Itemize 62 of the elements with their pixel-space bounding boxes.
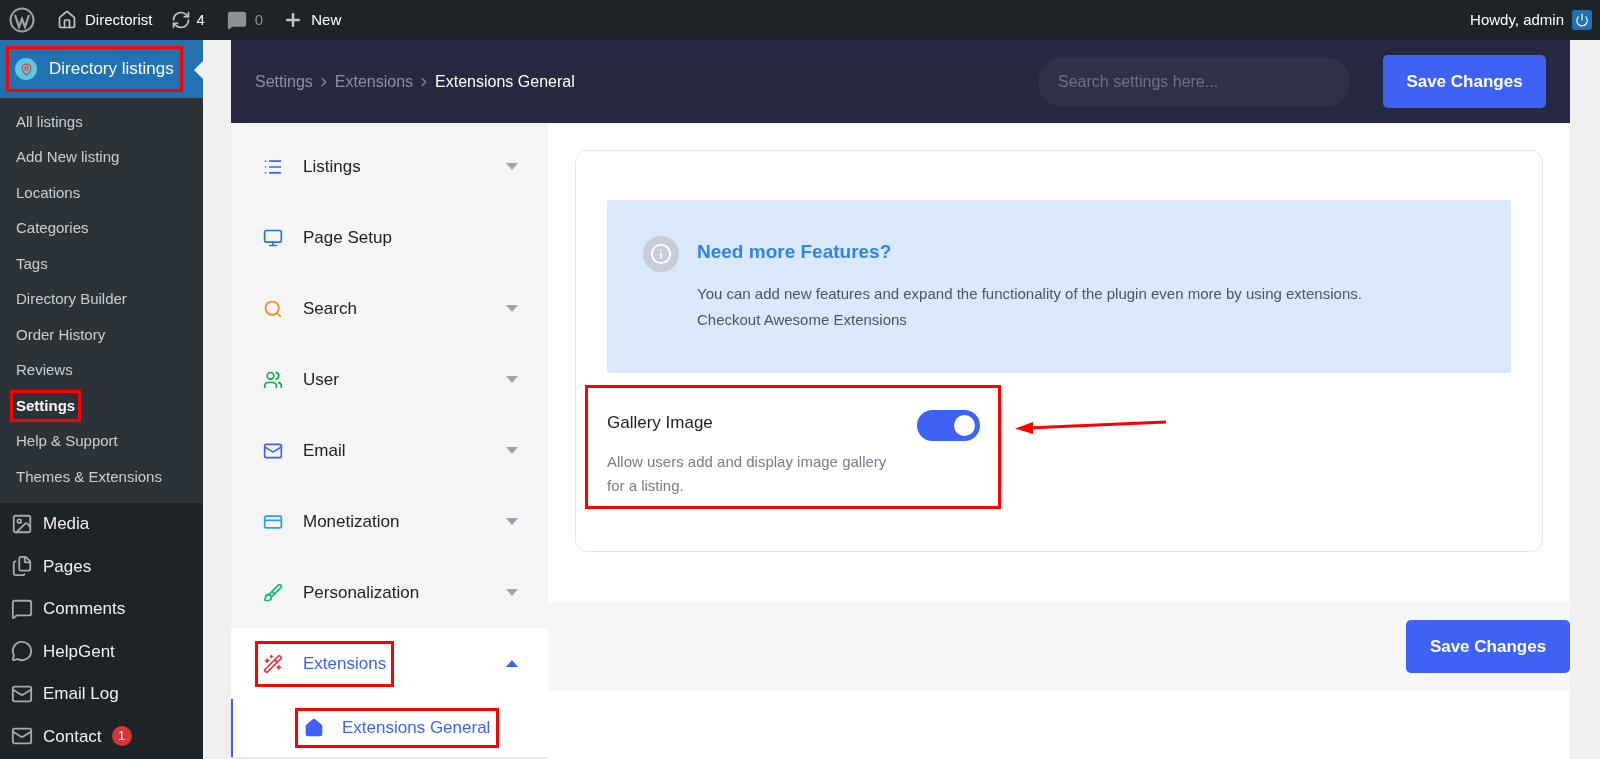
- chat-icon: [11, 640, 33, 663]
- updates-icon[interactable]: [170, 10, 191, 30]
- settings-nav-item[interactable]: Email: [303, 437, 346, 464]
- media-icon: [11, 512, 33, 535]
- search-icon: [263, 298, 283, 319]
- power-icon[interactable]: [1572, 10, 1592, 30]
- updates-count: 4: [196, 9, 205, 30]
- comments-icon[interactable]: [226, 10, 247, 30]
- info-icon: [643, 236, 679, 272]
- menu-item[interactable]: HelpGent: [43, 638, 115, 664]
- wand-icon: [263, 653, 283, 674]
- setting-label: Gallery Image: [607, 412, 714, 434]
- breadcrumb-item[interactable]: Extensions: [334, 69, 414, 94]
- current-menu-item[interactable]: Directory listings: [0, 40, 203, 98]
- save-changes-button[interactable]: Save Changes: [1383, 55, 1546, 108]
- settings-nav-item[interactable]: User: [303, 366, 339, 393]
- submenu-item[interactable]: Themes & Extensions: [10, 460, 168, 493]
- settings-nav-item[interactable]: Personalization: [303, 579, 420, 606]
- menu-item[interactable]: Email Log: [43, 681, 119, 707]
- toggle-switch[interactable]: [917, 410, 980, 441]
- comments-count: 0: [254, 9, 264, 30]
- submenu-item[interactable]: Order History: [10, 318, 112, 351]
- submenu-item[interactable]: Locations: [10, 176, 87, 209]
- breadcrumb-item[interactable]: Settings: [255, 69, 313, 94]
- submenu-item[interactable]: Directory Builder: [10, 283, 133, 316]
- setting-description: Allow users add and display image gallery for a listing.: [607, 451, 887, 496]
- menu-item[interactable]: Media: [43, 511, 90, 537]
- submenu-item[interactable]: Help & Support: [10, 425, 124, 458]
- brush-icon: [263, 582, 283, 603]
- site-name-link[interactable]: Directorist: [85, 8, 153, 32]
- submenu-item[interactable]: Reviews: [10, 354, 79, 387]
- search-field[interactable]: Search settings here...: [1038, 56, 1350, 107]
- menu-item[interactable]: Pages: [43, 553, 92, 579]
- menu-item[interactable]: Contact: [43, 723, 102, 749]
- settings-nav-item[interactable]: Listings: [303, 153, 361, 180]
- extensions-link[interactable]: Checkout Awesome Extensions: [697, 309, 1362, 332]
- new-link[interactable]: New: [311, 8, 342, 32]
- current-pointer-icon: [194, 61, 203, 79]
- map-pin-icon: [15, 58, 37, 80]
- notification-badge: 1: [111, 726, 132, 747]
- submenu-item[interactable]: Settings: [10, 389, 82, 422]
- monitor-icon: [263, 227, 283, 248]
- submenu-item[interactable]: Categories: [10, 212, 95, 245]
- notice-text: You can add new features and expand the functionality of the plugin even more by using extensions.: [697, 283, 1362, 304]
- submenu-item[interactable]: Tags: [10, 247, 54, 280]
- pages-icon: [11, 555, 33, 578]
- home-icon: [304, 718, 324, 738]
- notice-title: Need more Features?: [697, 240, 893, 264]
- greeting-link[interactable]: Howdy, admin: [1470, 8, 1564, 32]
- comments-icon: [11, 597, 33, 620]
- users-icon: [263, 369, 283, 390]
- wordpress-logo-icon[interactable]: [9, 7, 35, 33]
- menu-label: Directory listings: [49, 58, 174, 81]
- menu-item[interactable]: Comments: [43, 596, 126, 622]
- submenu-item[interactable]: Add New listing: [10, 141, 126, 174]
- settings-nav-item[interactable]: Monetization: [303, 508, 400, 535]
- breadcrumb-item: Extensions General: [435, 71, 575, 92]
- home-icon[interactable]: [57, 10, 77, 30]
- submenu-item[interactable]: All listings: [10, 105, 89, 138]
- settings-nav-item[interactable]: Page Setup: [303, 224, 392, 251]
- save-changes-button[interactable]: Save Changes: [1406, 620, 1570, 673]
- settings-nav-item[interactable]: Search: [303, 295, 357, 322]
